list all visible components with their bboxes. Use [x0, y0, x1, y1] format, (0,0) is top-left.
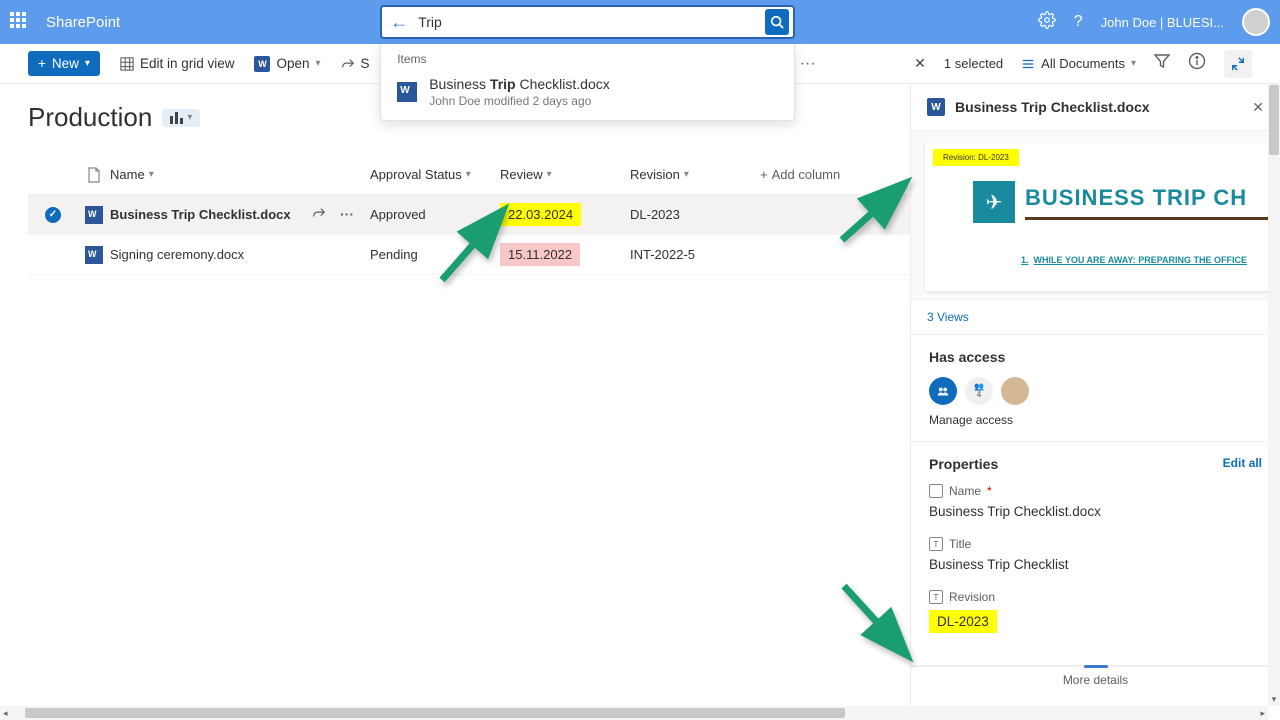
table-row[interactable]: Signing ceremony.docx Pending 15.11.2022…	[28, 235, 910, 275]
row-select-icon[interactable]	[45, 247, 61, 263]
more-row-icon[interactable]: ···	[340, 206, 354, 223]
revision-cell: DL-2023	[630, 207, 760, 222]
info-icon[interactable]	[1188, 52, 1206, 75]
app-name: SharePoint	[46, 14, 120, 31]
file-name[interactable]: Business Trip Checklist.docx	[110, 207, 291, 222]
title-property-label: Title	[949, 537, 971, 551]
edit-grid-button[interactable]: Edit in grid view	[120, 56, 235, 71]
preview-subheading: 1. WHILE YOU ARE AWAY: PREPARING THE OFF…	[1021, 255, 1247, 265]
share-row-icon[interactable]	[312, 206, 326, 223]
review-date-cell: 15.11.2022	[500, 243, 580, 266]
vertical-scrollbar[interactable]: ▾	[1268, 84, 1280, 706]
details-pane: W Business Trip Checklist.docx ✕ Revisio…	[910, 84, 1280, 720]
file-type-column-icon[interactable]	[78, 167, 110, 183]
approval-status-cell: Approved	[370, 207, 500, 222]
more-commands-icon[interactable]: ···	[800, 55, 816, 73]
chevron-down-icon: ▾	[316, 58, 321, 69]
group-persona[interactable]: 👥4	[965, 377, 993, 405]
properties-heading: Properties Edit all	[929, 456, 1262, 472]
name-property-label: Name	[949, 484, 981, 498]
settings-icon[interactable]	[1038, 11, 1056, 34]
plus-icon: +	[38, 56, 46, 71]
field-icon: T	[929, 590, 943, 604]
new-button[interactable]: + New ▾	[28, 51, 100, 76]
has-access-heading: Has access	[929, 349, 1262, 365]
search-result-title: Business Trip Checklist.docx	[429, 76, 610, 92]
search-button[interactable]	[765, 9, 789, 35]
file-name[interactable]: Signing ceremony.docx	[110, 247, 244, 262]
help-icon[interactable]: ?	[1074, 13, 1083, 31]
field-icon	[929, 484, 943, 498]
search-back-icon[interactable]: ←	[390, 12, 408, 33]
revision-property-value[interactable]: DL-2023	[929, 610, 997, 633]
name-column-header[interactable]: Name▾	[110, 167, 370, 182]
preview-revision-tag: Revision: DL-2023	[933, 149, 1019, 166]
revision-property-label: Revision	[949, 590, 995, 604]
preview-heading: BUSINESS TRIP CH	[1025, 185, 1280, 220]
title-property-value[interactable]: Business Trip Checklist	[929, 557, 1262, 572]
manage-access-link[interactable]: Manage access	[929, 413, 1262, 427]
search-box[interactable]: ←	[380, 5, 795, 39]
filter-icon[interactable]	[1154, 53, 1170, 74]
word-file-icon	[85, 246, 103, 264]
approval-status-column-header[interactable]: Approval Status▾	[370, 167, 500, 182]
word-file-icon	[397, 82, 417, 102]
search-section-header: Items	[381, 44, 794, 70]
add-column-button[interactable]: +Add column	[760, 167, 840, 182]
owner-persona[interactable]	[929, 377, 957, 405]
views-count[interactable]: 3 Views	[911, 300, 1280, 335]
revision-column-header[interactable]: Revision▾	[630, 167, 760, 182]
approval-status-cell: Pending	[370, 247, 500, 262]
table-row[interactable]: ✓ Business Trip Checklist.docx ··· Appro…	[28, 195, 910, 235]
user-persona[interactable]	[1001, 377, 1029, 405]
name-property-value[interactable]: Business Trip Checklist.docx	[929, 504, 1262, 519]
airplane-icon: ✈	[973, 181, 1015, 223]
view-options-button[interactable]: ▾	[162, 109, 200, 127]
document-preview[interactable]: Revision: DL-2023 ✈ BUSINESS TRIP CH 1. …	[911, 131, 1280, 300]
share-button[interactable]: S	[341, 56, 370, 71]
search-result-subtitle: John Doe modified 2 days ago	[429, 94, 610, 108]
edit-all-link[interactable]: Edit all	[1223, 456, 1262, 470]
search-input[interactable]	[418, 14, 765, 30]
chevron-down-icon: ▾	[1131, 58, 1136, 69]
collapse-pane-icon[interactable]	[1224, 50, 1252, 78]
review-column-header[interactable]: Review▾	[500, 167, 630, 182]
row-selected-icon[interactable]: ✓	[45, 207, 61, 223]
word-icon: W	[927, 98, 945, 116]
selection-count: 1 selected	[944, 56, 1003, 71]
word-icon: W	[254, 56, 270, 72]
user-avatar[interactable]	[1242, 8, 1270, 36]
app-launcher-icon[interactable]	[10, 12, 30, 32]
open-button[interactable]: W Open ▾	[254, 56, 320, 72]
close-details-icon[interactable]: ✕	[1252, 99, 1264, 116]
review-date-cell: 22.03.2024	[500, 203, 581, 226]
details-title: Business Trip Checklist.docx	[955, 99, 1150, 115]
table-header: Name▾ Approval Status▾ Review▾ Revision▾…	[28, 155, 910, 195]
search-result-item[interactable]: Business Trip Checklist.docx John Doe mo…	[381, 70, 794, 120]
clear-selection-icon[interactable]: ✕	[914, 55, 926, 72]
more-details-link[interactable]: More details	[911, 666, 1280, 693]
revision-cell: INT-2022-5	[630, 247, 760, 262]
horizontal-scrollbar[interactable]: ◂▸	[0, 706, 1268, 720]
field-icon: T	[929, 537, 943, 551]
view-selector[interactable]: All Documents ▾	[1021, 56, 1136, 71]
chevron-down-icon: ▾	[85, 58, 90, 69]
search-suggestions: Items Business Trip Checklist.docx John …	[380, 44, 795, 121]
user-name[interactable]: John Doe | BLUESI...	[1101, 15, 1224, 30]
word-file-icon	[85, 206, 103, 224]
